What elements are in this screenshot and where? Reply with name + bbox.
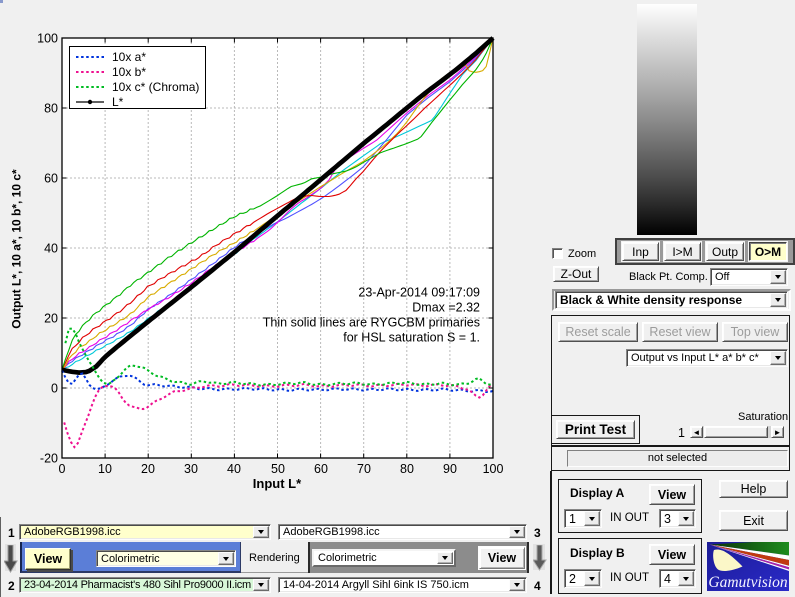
svg-text:20: 20 xyxy=(44,312,58,326)
svg-text:L*: L* xyxy=(112,95,124,109)
svg-text:100: 100 xyxy=(483,462,504,476)
svg-text:10x c* (Chroma): 10x c* (Chroma) xyxy=(112,80,199,94)
svg-text:100: 100 xyxy=(37,32,58,46)
svg-text:20: 20 xyxy=(141,462,155,476)
svg-text:50: 50 xyxy=(271,462,285,476)
svg-text:60: 60 xyxy=(314,462,328,476)
svg-text:40: 40 xyxy=(227,462,241,476)
svg-text:10x b*: 10x b* xyxy=(112,65,146,79)
svg-text:80: 80 xyxy=(44,102,58,116)
svg-text:70: 70 xyxy=(357,462,371,476)
svg-text:-20: -20 xyxy=(40,452,58,466)
svg-text:23-Apr-2014 09:17:09: 23-Apr-2014 09:17:09 xyxy=(358,286,480,300)
svg-text:10: 10 xyxy=(98,462,112,476)
svg-text:Thin solid lines are RYGCBM pr: Thin solid lines are RYGCBM primaries xyxy=(263,316,480,330)
svg-text:for HSL saturation S = 1.: for HSL saturation S = 1. xyxy=(343,331,480,345)
svg-text:80: 80 xyxy=(400,462,414,476)
svg-text:0: 0 xyxy=(51,382,58,396)
svg-text:30: 30 xyxy=(184,462,198,476)
svg-text:10x a*: 10x a* xyxy=(112,50,146,64)
svg-text:60: 60 xyxy=(44,172,58,186)
svg-text:Dmax =2.32: Dmax =2.32 xyxy=(412,301,480,315)
svg-text:Output L*, 10 a*, 10 b*, 10 c*: Output L*, 10 a*, 10 b*, 10 c* xyxy=(10,169,24,329)
svg-text:90: 90 xyxy=(443,462,457,476)
svg-text:Input L*: Input L* xyxy=(253,476,302,491)
svg-text:40: 40 xyxy=(44,242,58,256)
svg-text:0: 0 xyxy=(59,462,66,476)
svg-text:Gamutvision: Gamutvision xyxy=(708,574,787,591)
